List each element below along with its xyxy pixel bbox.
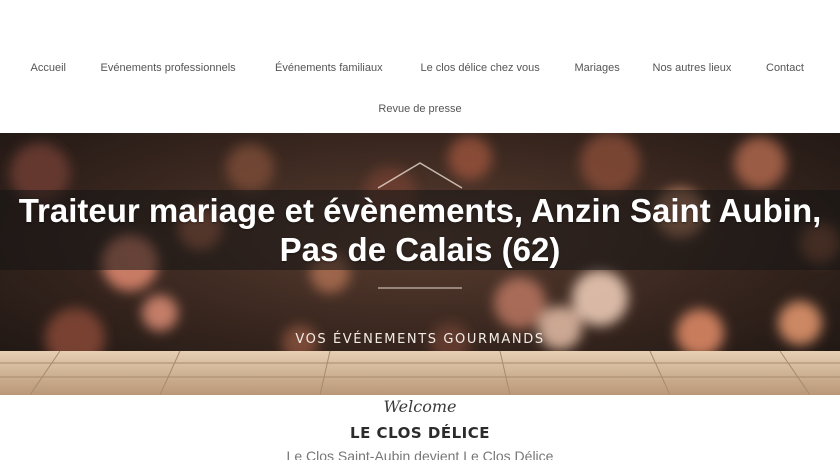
welcome-subtitle: Le Clos Saint-Aubin devient Le Clos Déli… [286,448,554,460]
welcome-script-text: Welcome [383,397,457,416]
nav-item-accueil[interactable]: Accueil [31,62,66,74]
welcome-section: Welcome LE CLOS DÉLICE Le Clos Saint-Aub… [0,395,840,460]
nav-item-evenements-familiaux[interactable]: Événements familiaux [275,62,383,74]
page-title: Traiteur mariage et évènements, Anzin Sa… [18,192,822,268]
nav-item-mariages[interactable]: Mariages [575,62,620,74]
top-navigation: Accueil Evénements professionnels Événemen… [0,0,840,133]
nav-item-contact[interactable]: Contact [766,62,804,74]
nav-item-evenements-professionnels[interactable]: Evénements professionnels [101,62,236,74]
nav-row-secondary: Revue de presse [0,103,840,115]
wooden-table-surface [0,350,840,395]
hero-tagline: VOS ÉVÉNEMENTS GOURMANDS [295,332,545,347]
brand-name: LE CLOS DÉLICE [350,424,490,442]
nav-item-revue-de-presse[interactable]: Revue de presse [378,103,461,115]
hero-banner: Traiteur mariage et évènements, Anzin Sa… [0,133,840,395]
nav-item-le-clos-delice-chez-vous[interactable]: Le clos délice chez vous [421,62,540,74]
nav-item-nos-autres-lieux[interactable]: Nos autres lieux [653,62,732,74]
